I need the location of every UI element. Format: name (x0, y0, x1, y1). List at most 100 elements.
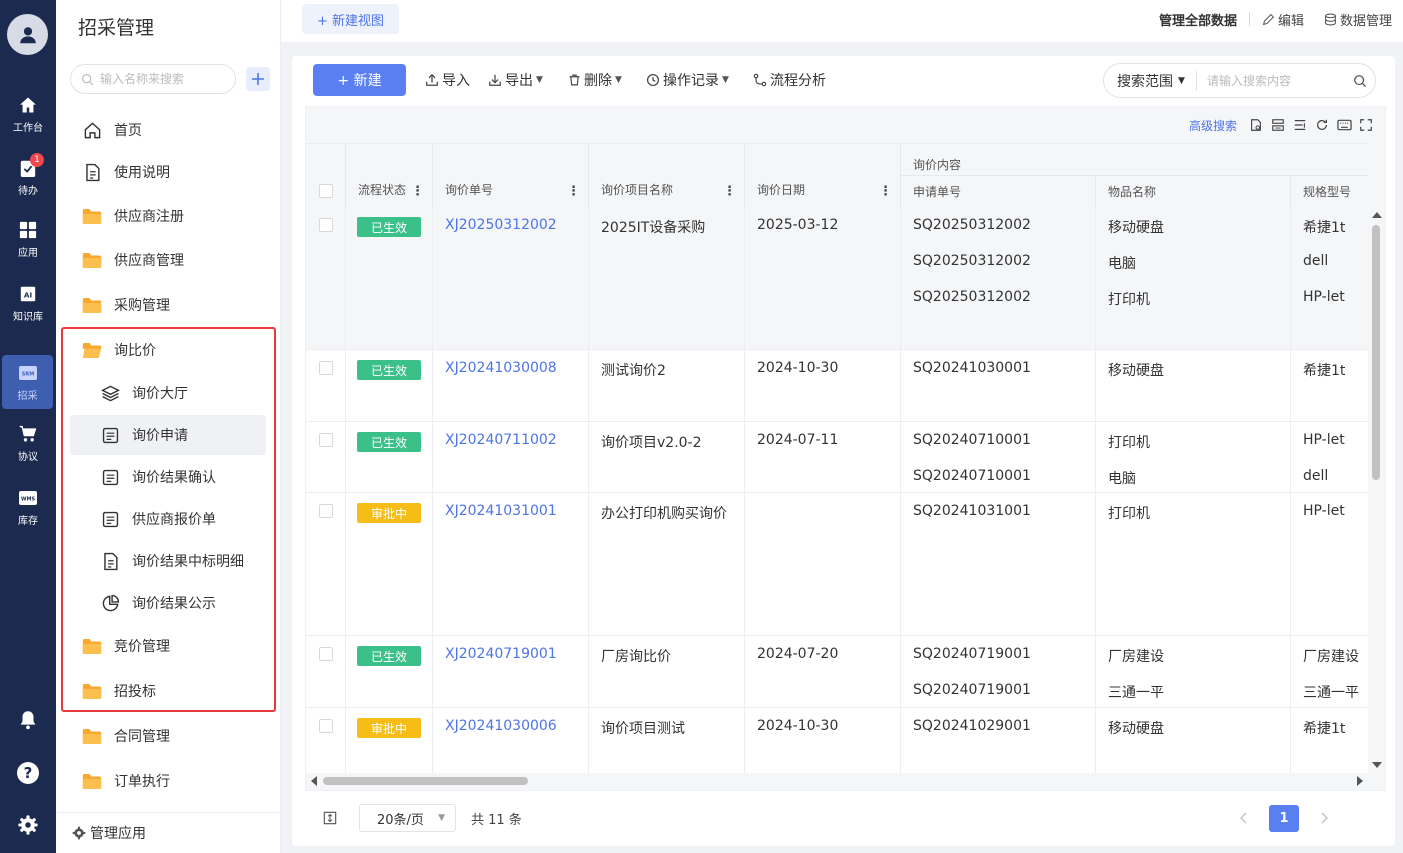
cell-sel (306, 708, 346, 773)
manage-app-button[interactable]: 管理应用 (56, 812, 281, 853)
manage-all-data-button[interactable]: 管理全部数据 (1159, 10, 1237, 29)
flow-analysis-button[interactable]: 流程分析 (753, 68, 826, 92)
nav-item[interactable]: 询价结果公示 (70, 583, 266, 623)
inquiry-date: 2024-07-11 (757, 432, 839, 448)
nav-item[interactable]: 询价大厅 (70, 373, 266, 413)
search-icon[interactable] (1353, 74, 1367, 88)
toolbar: + 新建 导入 导出 ▼ 删除 ▼ 操作记录 ▼ 流程分析 搜索范围 ▼ (292, 56, 1395, 104)
table-row[interactable]: 已生效 XJ20240711002 询价项目v2.0-2 2024-07-11 SQ20… (306, 422, 1368, 493)
fullscreen-icon[interactable] (1355, 114, 1377, 136)
column-header-date[interactable]: 询价日期 ⋮ (745, 144, 901, 208)
nav-search-input[interactable] (100, 72, 230, 86)
table-row[interactable]: 已生效 XJ20241030008 测试询价2 2024-10-30 SQ2024103… (306, 350, 1368, 422)
search-scope-select[interactable]: 搜索范围 ▼ (1104, 70, 1197, 91)
scroll-thumb[interactable] (323, 777, 528, 785)
next-page-button[interactable] (1310, 804, 1338, 832)
rail-item[interactable]: AI 知识库 (0, 275, 56, 331)
nav-item[interactable]: 询比价 (72, 330, 266, 370)
column-settings-icon[interactable] (1289, 114, 1311, 136)
table-row[interactable]: 审批中 XJ20241030006 询价项目测试 2024-10-30 SQ202410… (306, 708, 1368, 773)
nav-item[interactable]: 供应商管理 (72, 240, 266, 280)
nav-item[interactable]: 竞价管理 (72, 626, 266, 666)
column-header-status[interactable]: 流程状态 ⋮ (346, 144, 433, 208)
data-manage-button[interactable]: 数据管理 (1324, 10, 1392, 29)
row-height-icon[interactable] (321, 809, 339, 827)
nav-item[interactable]: 首页 (72, 110, 266, 150)
record-link[interactable]: XJ20241030006 (445, 718, 557, 734)
prev-page-button[interactable] (1230, 804, 1258, 832)
more-icon[interactable]: ⋮ (411, 185, 424, 198)
srm-icon: SRM (18, 363, 38, 383)
nav-item[interactable]: 询价结果确认 (70, 457, 266, 497)
svg-text:SRM: SRM (21, 371, 33, 377)
data-manage-label: 数据管理 (1339, 13, 1392, 29)
page-size-select[interactable]: 20条/页 ▼ (359, 804, 456, 832)
rail-item[interactable]: 工作台 (0, 86, 56, 142)
nav-item[interactable]: 订单执行 (72, 761, 266, 801)
table-row[interactable]: 已生效 XJ20240719001 厂房询比价 2024-07-20 SQ2024071… (306, 636, 1368, 708)
app-rail: 工作台待办 1 应用 AI 知识库 SRM 招采协议 WMS 库存 ? (0, 0, 56, 853)
cell-date: 2024-10-30 (745, 708, 901, 773)
cell-name: 厂房询比价 (589, 636, 745, 707)
more-icon[interactable]: ⋮ (879, 185, 892, 198)
nav-search[interactable] (70, 64, 236, 94)
row-checkbox[interactable] (319, 504, 333, 518)
layout-icon[interactable] (1267, 114, 1289, 136)
record-link[interactable]: XJ20240711002 (445, 432, 557, 448)
rail-item[interactable]: 应用 (0, 211, 56, 267)
rail-item[interactable]: 协议 (0, 415, 56, 471)
delete-button[interactable]: 删除 ▼ (568, 68, 622, 92)
edit-button[interactable]: 编辑 (1262, 10, 1304, 29)
scroll-thumb[interactable] (1372, 225, 1380, 480)
nav-item[interactable]: 招投标 (72, 671, 266, 711)
rail-item[interactable]: WMS 库存 (0, 479, 56, 535)
nav-item[interactable]: 使用说明 (72, 152, 266, 192)
record-link[interactable]: XJ20241030008 (445, 360, 557, 376)
record-link[interactable]: XJ20241031001 (445, 503, 557, 519)
column-header-item[interactable]: 物品名称 (1096, 176, 1291, 208)
more-icon[interactable]: ⋮ (723, 185, 736, 198)
row-checkbox[interactable] (319, 218, 333, 232)
help-icon[interactable]: ? (14, 759, 42, 787)
column-header-no[interactable]: 询价单号 ⋮ (433, 144, 589, 208)
rail-item[interactable]: SRM 招采 (2, 355, 53, 409)
column-header-name[interactable]: 询价项目名称 ⋮ (589, 144, 745, 208)
settings-icon[interactable] (14, 811, 42, 839)
record-link[interactable]: XJ20250312002 (445, 217, 557, 233)
page-number-button[interactable]: 1 (1269, 804, 1299, 832)
export-button[interactable]: 导出 ▼ (488, 68, 543, 92)
vertical-scrollbar[interactable] (1369, 207, 1385, 773)
table-row[interactable]: 已生效 XJ20250312002 2025IT设备采购 2025-03-12 SQ20… (306, 207, 1368, 350)
operation-log-button[interactable]: 操作记录 ▼ (646, 68, 729, 92)
select-all-checkbox[interactable] (319, 184, 333, 198)
row-checkbox[interactable] (319, 433, 333, 447)
record-search-input[interactable] (1207, 73, 1347, 88)
nav-item[interactable]: 供应商注册 (72, 196, 266, 236)
record-link[interactable]: XJ20240719001 (445, 646, 557, 662)
print-icon[interactable] (1245, 114, 1267, 136)
new-view-button[interactable]: + 新建视图 (302, 4, 399, 34)
import-button[interactable]: 导入 (425, 68, 470, 92)
rail-item[interactable]: 待办 1 (0, 149, 56, 205)
column-header-apply-no[interactable]: 申请单号 (901, 176, 1096, 208)
nav-item[interactable]: 询价结果中标明细 (70, 541, 266, 581)
nav-add-button[interactable] (246, 67, 270, 91)
nav-item[interactable]: 供应商报价单 (70, 499, 266, 539)
bell-icon[interactable] (14, 706, 42, 734)
keyboard-icon[interactable] (1333, 114, 1355, 136)
nav-item[interactable]: 采购管理 (72, 285, 266, 325)
table-row[interactable]: 审批中 XJ20241031001 办公打印机购买询价 SQ20241031001 打印… (306, 493, 1368, 636)
advanced-search-link[interactable]: 高级搜索 (1189, 117, 1237, 134)
column-header-spec[interactable]: 规格型号 (1291, 176, 1368, 208)
row-checkbox[interactable] (319, 719, 333, 733)
cell-no: XJ20241030008 (433, 350, 589, 421)
row-checkbox[interactable] (319, 647, 333, 661)
nav-item[interactable]: 合同管理 (72, 716, 266, 756)
row-checkbox[interactable] (319, 361, 333, 375)
refresh-icon[interactable] (1311, 114, 1333, 136)
horizontal-scrollbar[interactable] (306, 773, 1368, 789)
more-icon[interactable]: ⋮ (567, 185, 580, 198)
avatar[interactable] (7, 14, 48, 55)
new-record-button[interactable]: + 新建 (313, 64, 406, 96)
nav-item[interactable]: 询价申请 (70, 415, 266, 455)
